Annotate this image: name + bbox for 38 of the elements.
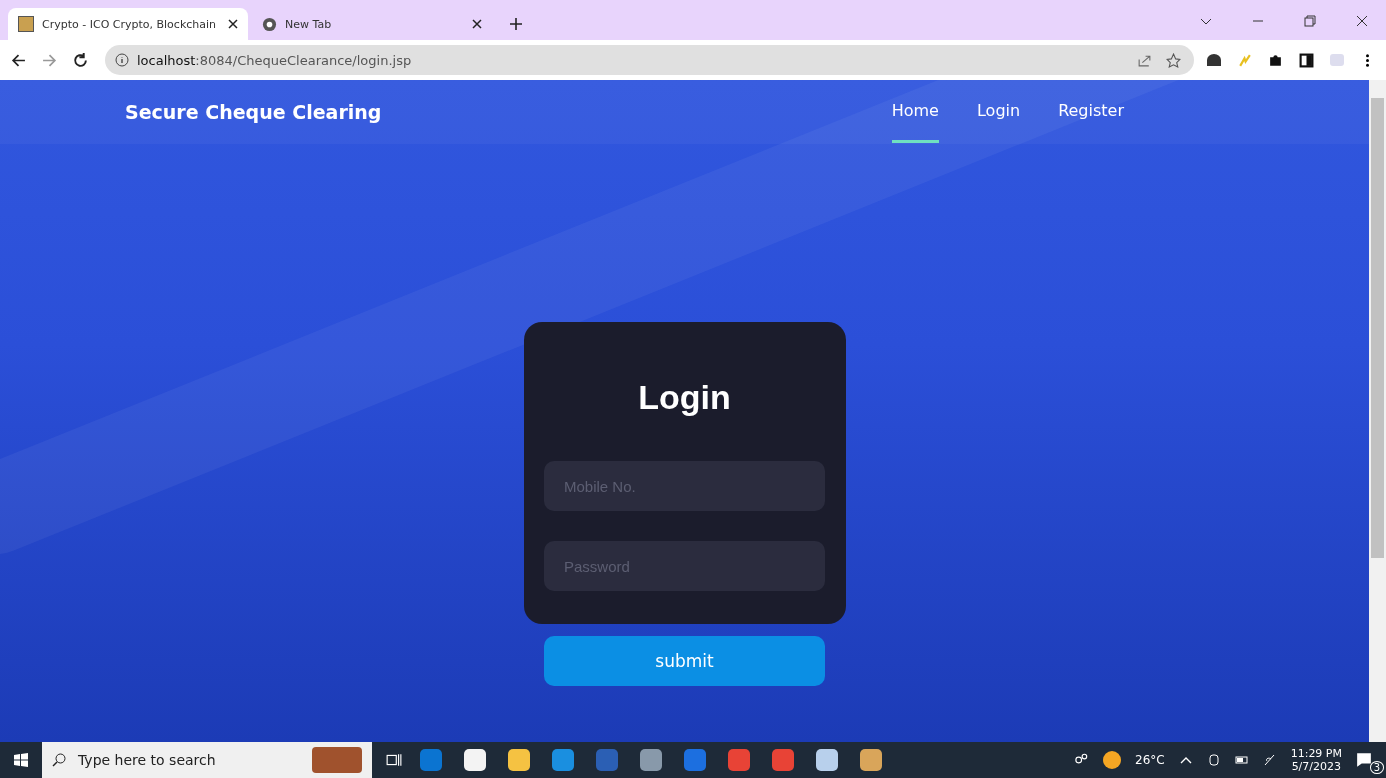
puzzle-icon[interactable] bbox=[1268, 52, 1283, 68]
task-view-icon[interactable] bbox=[386, 752, 402, 768]
nav-link[interactable]: Login bbox=[976, 81, 1021, 143]
battery-icon[interactable] bbox=[1234, 753, 1249, 767]
side-panel-icon[interactable] bbox=[1299, 52, 1314, 68]
notification-count: 3 bbox=[1369, 761, 1384, 774]
nav-link[interactable]: Register bbox=[1058, 81, 1124, 143]
camera-icon[interactable] bbox=[1206, 753, 1221, 767]
login-title: Login bbox=[638, 378, 731, 417]
pen-icon[interactable] bbox=[1262, 753, 1277, 767]
forward-icon[interactable] bbox=[42, 52, 57, 68]
windows-start-icon[interactable] bbox=[14, 753, 28, 767]
submit-button[interactable]: submit bbox=[544, 636, 825, 686]
clock-time: 11:29 PM bbox=[1290, 747, 1342, 760]
page-favicon-icon bbox=[18, 16, 34, 32]
star-icon[interactable] bbox=[1166, 52, 1181, 68]
clock-date: 5/7/2023 bbox=[1291, 760, 1342, 773]
back-icon[interactable] bbox=[11, 52, 26, 68]
scrollbar[interactable] bbox=[1369, 80, 1386, 742]
restore-icon[interactable] bbox=[1304, 15, 1316, 27]
taskbar-search-field[interactable]: Type here to search bbox=[42, 742, 372, 778]
nav-link[interactable]: Home bbox=[891, 81, 939, 143]
browser-tab[interactable]: New Tab bbox=[252, 8, 492, 40]
new-tab-icon[interactable] bbox=[510, 18, 522, 30]
close-icon[interactable] bbox=[1356, 15, 1368, 27]
search-placeholder: Type here to search bbox=[78, 752, 216, 768]
close-icon[interactable] bbox=[472, 19, 482, 29]
notification-icon[interactable] bbox=[1356, 752, 1372, 768]
address-bar[interactable]: localhost:8084/ChequeClearance/login.jsp bbox=[105, 45, 1194, 75]
reload-icon[interactable] bbox=[73, 52, 88, 68]
close-icon[interactable] bbox=[228, 19, 238, 29]
temperature-text: 26°C bbox=[1135, 753, 1165, 767]
url-text: localhost:8084/ChequeClearance/login.jsp bbox=[137, 52, 412, 68]
browser-logo-icon bbox=[262, 16, 277, 32]
info-icon[interactable] bbox=[115, 53, 129, 67]
browser-tab[interactable]: Crypto - ICO Crypto, Blockchain bbox=[8, 8, 248, 40]
search-icon bbox=[52, 753, 66, 767]
site-brand[interactable]: Secure Cheque Clearing bbox=[125, 101, 382, 123]
